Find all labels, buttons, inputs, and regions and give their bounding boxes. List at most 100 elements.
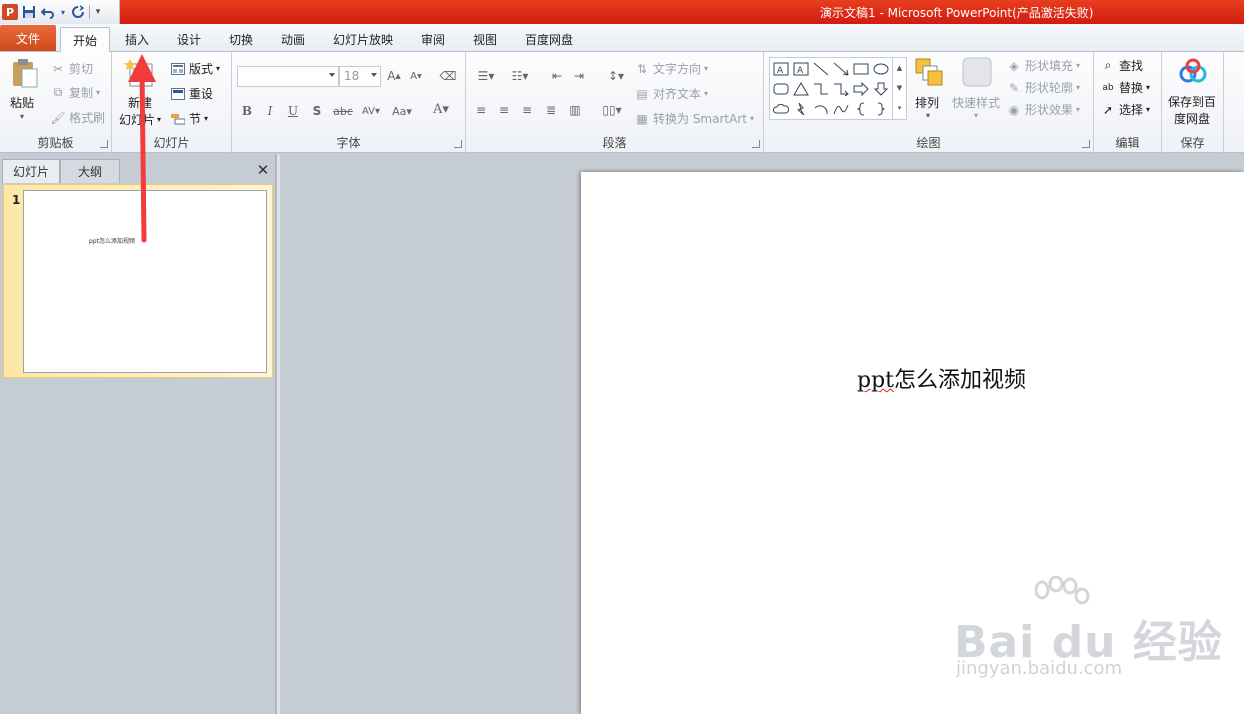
- paste-dropdown-icon[interactable]: ▾: [20, 112, 24, 121]
- shape-outline-button[interactable]: ✎ 形状轮廓 ▾: [1006, 79, 1080, 96]
- distributed-icon[interactable]: ▥: [566, 101, 584, 119]
- powerpoint-logo-icon[interactable]: P: [2, 4, 18, 20]
- find-button[interactable]: ⌕ 查找: [1100, 57, 1143, 74]
- redo-icon[interactable]: [70, 4, 86, 20]
- tab-design[interactable]: 设计: [168, 27, 210, 52]
- close-pane-icon[interactable]: ✕: [256, 163, 270, 178]
- strikethrough-icon[interactable]: abc: [332, 102, 354, 120]
- quick-styles-button[interactable]: 快速样式: [952, 94, 1000, 111]
- shapes-gallery[interactable]: A A ▲ ▼ ▾: [769, 57, 907, 120]
- new-slide-button[interactable]: 幻灯片 ▾: [119, 111, 161, 128]
- grow-font-icon[interactable]: A ▲: [385, 67, 403, 85]
- save-baidu-button[interactable]: 保存到百: [1168, 93, 1216, 110]
- oval-shape-icon[interactable]: [871, 59, 890, 78]
- tab-animations[interactable]: 动画: [272, 27, 314, 52]
- new-slide-label-line1[interactable]: 新建: [128, 94, 152, 111]
- tab-insert[interactable]: 插入: [116, 27, 158, 52]
- shape-fill-button[interactable]: ◈ 形状填充 ▾: [1006, 57, 1080, 74]
- font-launcher-icon[interactable]: [454, 140, 462, 148]
- tab-view[interactable]: 视图: [464, 27, 506, 52]
- section-button[interactable]: 节 ▾: [170, 110, 208, 127]
- slide-thumbnail[interactable]: ppt怎么添加视频: [23, 190, 267, 373]
- arrange-dropdown-icon[interactable]: ▾: [926, 111, 930, 120]
- triangle-shape-icon[interactable]: [791, 79, 810, 98]
- tab-slides-pane[interactable]: 幻灯片: [2, 159, 60, 183]
- tab-review[interactable]: 审阅: [412, 27, 454, 52]
- elbow-arrow-connector-shape-icon[interactable]: [831, 79, 850, 98]
- textbox-shape-icon[interactable]: A: [771, 59, 790, 78]
- cut-button[interactable]: ✂ 剪切: [50, 60, 93, 77]
- clipboard-launcher-icon[interactable]: [100, 140, 108, 148]
- paragraph-launcher-icon[interactable]: [752, 140, 760, 148]
- numbering-icon[interactable]: ☷▾: [506, 67, 534, 85]
- tab-file[interactable]: 文件: [0, 25, 56, 51]
- format-painter-button[interactable]: 🖌 格式刷: [50, 109, 105, 126]
- pane-splitter[interactable]: [276, 154, 280, 714]
- undo-icon[interactable]: [40, 4, 56, 20]
- tab-home[interactable]: 开始: [60, 27, 110, 53]
- arrange-icon[interactable]: [914, 57, 944, 89]
- down-arrow-shape-icon[interactable]: [871, 79, 890, 98]
- justify-icon[interactable]: ≣: [542, 101, 560, 119]
- quick-styles-dropdown-icon[interactable]: ▾: [974, 111, 978, 120]
- new-slide-icon[interactable]: [124, 58, 154, 90]
- tab-slideshow[interactable]: 幻灯片放映: [326, 27, 400, 52]
- customize-qat-icon[interactable]: ▾: [93, 4, 103, 20]
- align-left-icon[interactable]: ≡: [472, 101, 490, 119]
- shapes-gallery-scroll[interactable]: ▲ ▼ ▾: [892, 58, 906, 119]
- bullets-icon[interactable]: ☰▾: [472, 67, 500, 85]
- slide-canvas[interactable]: ppt怎么添加视频: [581, 172, 1244, 714]
- right-brace-shape-icon[interactable]: [871, 99, 890, 118]
- align-center-icon[interactable]: ≡: [495, 101, 513, 119]
- line-spacing-icon[interactable]: ↕▾: [602, 67, 630, 85]
- rounded-rect-shape-icon[interactable]: [771, 79, 790, 98]
- decrease-indent-icon[interactable]: ⇤: [548, 67, 566, 85]
- text-direction-button[interactable]: ⇅ 文字方向 ▾: [634, 60, 708, 77]
- curve-shape-icon[interactable]: [831, 99, 850, 118]
- elbow-connector-shape-icon[interactable]: [811, 79, 830, 98]
- rectangle-shape-icon[interactable]: [851, 59, 870, 78]
- save-icon[interactable]: [21, 4, 37, 20]
- paste-button[interactable]: 粘贴: [10, 94, 34, 111]
- shape-effects-button[interactable]: ◉ 形状效果 ▾: [1006, 101, 1080, 118]
- character-spacing-icon[interactable]: AV▾: [358, 102, 384, 120]
- convert-smartart-button[interactable]: ▦ 转换为 SmartArt ▾: [634, 110, 754, 127]
- cloud-shape-icon[interactable]: [771, 99, 790, 118]
- save-baidu-label-line2[interactable]: 度网盘: [1174, 110, 1210, 127]
- arrange-button[interactable]: 排列: [915, 94, 939, 111]
- tab-outline-pane[interactable]: 大纲: [60, 159, 120, 183]
- drawing-launcher-icon[interactable]: [1082, 140, 1090, 148]
- lightning-shape-icon[interactable]: [791, 99, 810, 118]
- slide-text-box[interactable]: ppt怎么添加视频: [857, 362, 1026, 394]
- font-size-combo[interactable]: 18: [339, 66, 381, 87]
- copy-button[interactable]: ⧉ 复制 ▾: [50, 84, 100, 101]
- italic-icon[interactable]: I: [261, 102, 279, 120]
- quick-styles-icon[interactable]: [962, 57, 992, 89]
- left-brace-shape-icon[interactable]: [851, 99, 870, 118]
- columns-icon[interactable]: ▯▯▾: [598, 101, 626, 119]
- slide-thumbnail-selected[interactable]: 1 ppt怎么添加视频: [3, 184, 273, 378]
- align-right-icon[interactable]: ≡: [518, 101, 536, 119]
- replace-button[interactable]: ab 替换 ▾: [1100, 79, 1150, 96]
- font-color-icon[interactable]: A▾: [428, 100, 454, 118]
- baidu-netdisk-icon[interactable]: [1178, 58, 1208, 90]
- tab-baidu-netdisk[interactable]: 百度网盘: [516, 27, 582, 52]
- paste-icon[interactable]: [10, 58, 40, 90]
- change-case-icon[interactable]: Aa▾: [389, 102, 415, 120]
- increase-indent-icon[interactable]: ⇥: [570, 67, 588, 85]
- vertical-textbox-shape-icon[interactable]: A: [791, 59, 810, 78]
- bold-icon[interactable]: B: [238, 102, 256, 120]
- layout-button[interactable]: 版式 ▾: [170, 60, 220, 77]
- arrow-line-shape-icon[interactable]: [831, 59, 850, 78]
- shrink-font-icon[interactable]: A ▼: [407, 67, 425, 85]
- reset-button[interactable]: 重设: [170, 85, 213, 102]
- undo-dropdown-icon[interactable]: ▾: [59, 4, 67, 20]
- select-button[interactable]: ➚ 选择 ▾: [1100, 101, 1150, 118]
- right-arrow-shape-icon[interactable]: [851, 79, 870, 98]
- align-text-button[interactable]: ▤ 对齐文本 ▾: [634, 85, 708, 102]
- underline-icon[interactable]: U: [284, 102, 302, 120]
- font-name-combo[interactable]: [237, 66, 339, 87]
- tab-transitions[interactable]: 切换: [220, 27, 262, 52]
- text-shadow-icon[interactable]: S: [308, 102, 326, 120]
- line-shape-icon[interactable]: [811, 59, 830, 78]
